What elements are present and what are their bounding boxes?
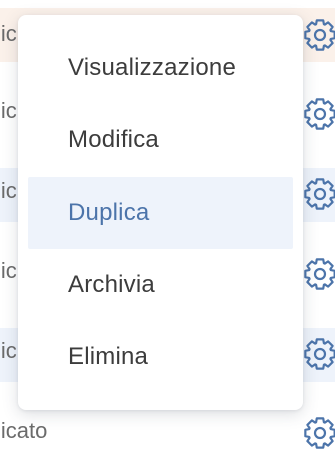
row-label: lic <box>0 21 17 46</box>
context-menu: Visualizzazione Modifica Duplica Archivi… <box>18 15 303 410</box>
row-label: lic <box>0 258 17 283</box>
row-label: lic <box>0 98 17 123</box>
row-label: lic <box>0 178 17 203</box>
menu-item-elimina[interactable]: Elimina <box>28 321 293 393</box>
menu-item-duplica[interactable]: Duplica <box>28 177 293 249</box>
gear-icon[interactable] <box>301 255 335 293</box>
menu-item-label: Elimina <box>68 343 149 370</box>
row-label: lic <box>0 338 17 363</box>
gear-icon[interactable] <box>301 335 335 373</box>
gear-icon[interactable] <box>301 175 335 213</box>
menu-item-modifica[interactable]: Modifica <box>28 104 293 176</box>
gear-icon[interactable] <box>301 16 335 54</box>
menu-item-visualizzazione[interactable]: Visualizzazione <box>28 32 293 104</box>
menu-item-label: Modifica <box>68 126 159 153</box>
menu-item-label: Archivia <box>68 271 155 298</box>
menu-item-label: Duplica <box>68 199 150 226</box>
menu-item-archivia[interactable]: Archivia <box>28 249 293 321</box>
gear-icon[interactable] <box>301 95 335 133</box>
menu-item-label: Visualizzazione <box>68 54 236 81</box>
gear-icon[interactable] <box>301 414 335 452</box>
row-label: licato <box>0 418 48 443</box>
list-row[interactable]: licato <box>0 404 335 458</box>
